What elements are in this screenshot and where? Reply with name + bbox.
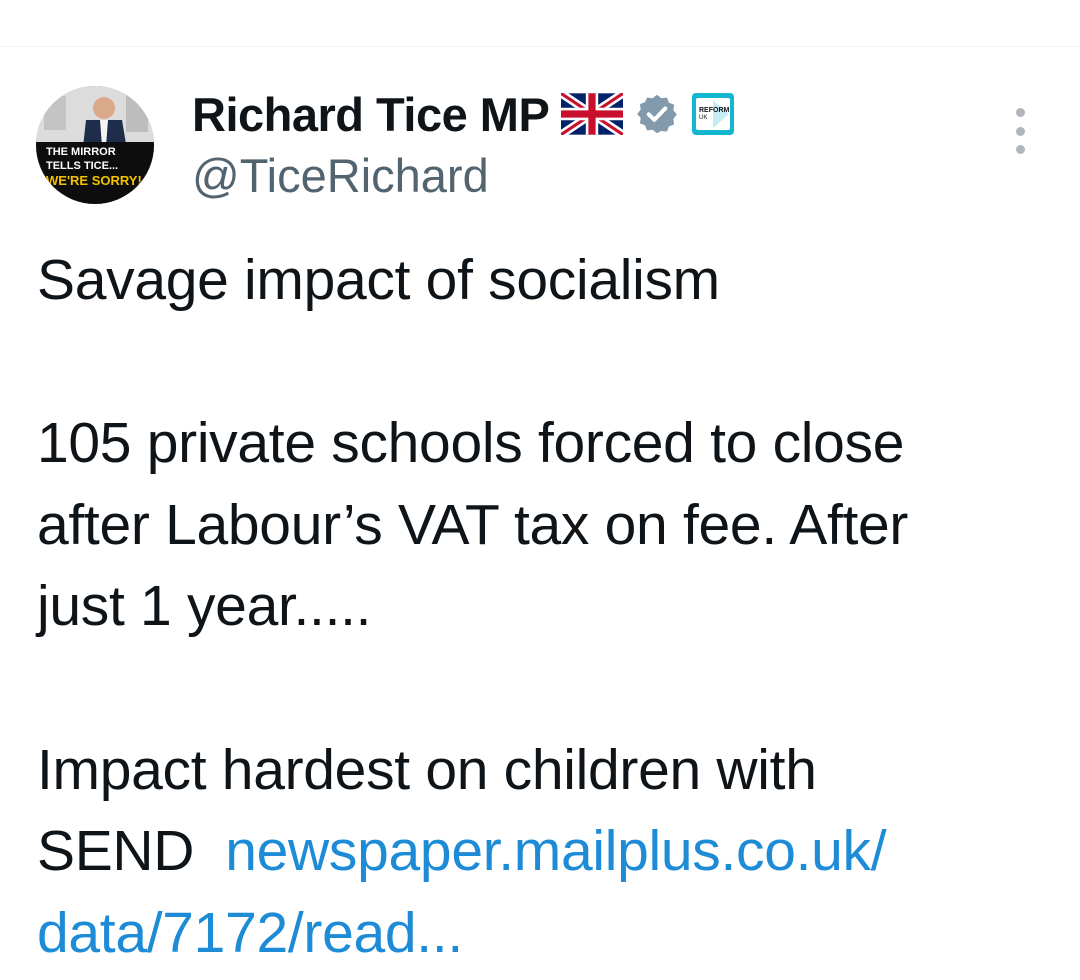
top-divider: [0, 46, 1080, 47]
more-dot: [1015, 145, 1025, 154]
tweet-text-line: Impact hardest on children with: [37, 737, 817, 802]
tweet-text-line: 105 private schools forced to close: [37, 411, 905, 476]
reform-logo-subtext: UK: [699, 115, 707, 121]
tweet-text-line: just 1 year.....: [37, 574, 372, 639]
reform-uk-logo: REFORM UK: [691, 92, 735, 136]
more-dot: [1015, 108, 1025, 117]
tweet-text-line: SEND: [37, 819, 226, 884]
avatar-caption-line2: TELLS TICE...: [46, 160, 118, 172]
verified-icon[interactable]: [635, 92, 679, 136]
tweet-text-line: Savage impact of socialism: [37, 248, 720, 312]
avatar[interactable]: THE MIRROR TELLS TICE... WE'RE SORRY!: [36, 86, 154, 204]
avatar-image: THE MIRROR TELLS TICE... WE'RE SORRY!: [36, 86, 154, 204]
tweet-link-line2[interactable]: data/7172/read...: [37, 901, 463, 965]
reform-logo-text: REFORM: [699, 107, 730, 114]
more-options-icon[interactable]: [1006, 108, 1034, 154]
tweet-link-line1[interactable]: newspaper.mailplus.co.uk/: [225, 819, 886, 883]
uk-flag-icon: [561, 93, 624, 135]
author-handle[interactable]: @TiceRichard: [192, 148, 489, 203]
avatar-caption-line1: THE MIRROR: [46, 146, 116, 158]
tweet-text-line: after Labour’s VAT tax on fee. After: [37, 492, 909, 557]
display-name[interactable]: Richard Tice MP: [192, 87, 550, 142]
tweet-text: Savage impact of socialism 105 private s…: [37, 240, 1057, 974]
avatar-caption-line3: WE'RE SORRY!: [46, 173, 142, 188]
author-row: Richard Tice MP REFORM UK: [192, 84, 735, 144]
more-dot: [1015, 126, 1025, 136]
